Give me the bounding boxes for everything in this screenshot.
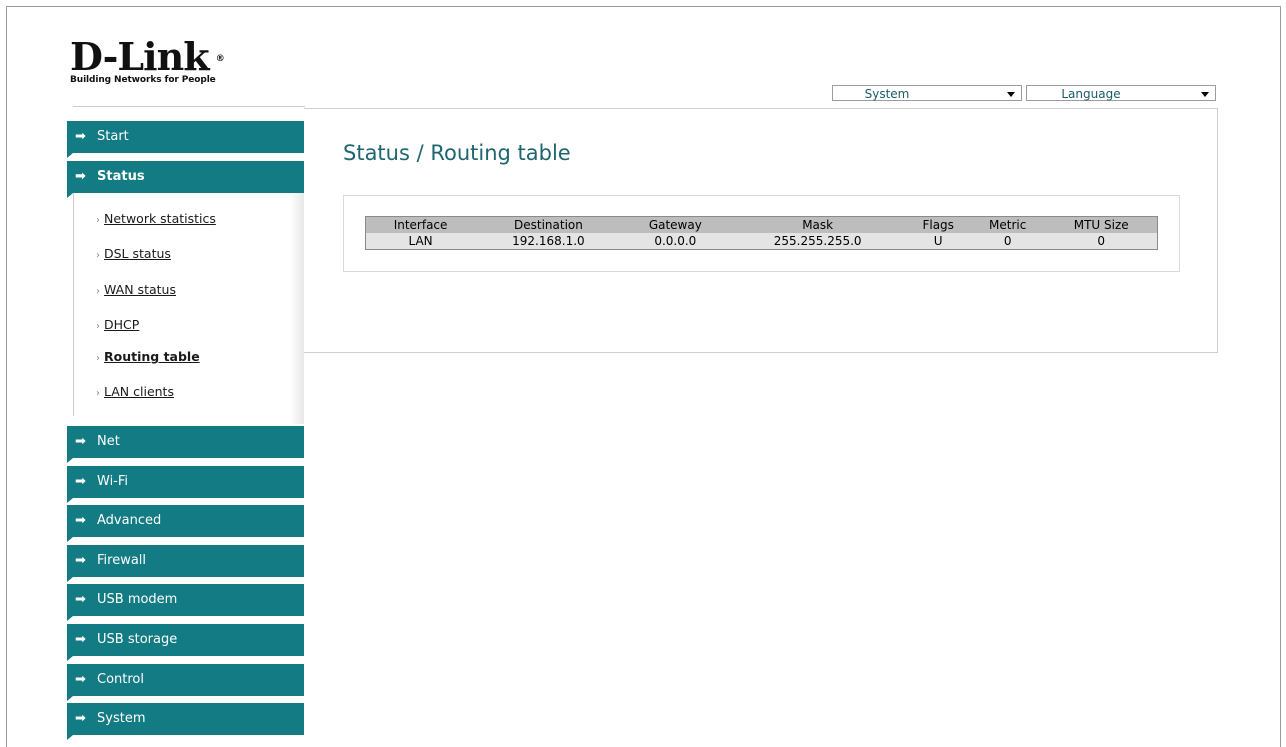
submenu-border <box>73 192 74 416</box>
routing-table: Interface Destination Gateway Mask Flags… <box>365 216 1158 250</box>
submenu-lan-clients[interactable]: › LAN clients <box>96 384 174 399</box>
column-header-destination: Destination <box>475 216 622 233</box>
table-header-row: Interface Destination Gateway Mask Flags… <box>365 216 1158 233</box>
arrow-right-icon: ➡ <box>75 474 86 489</box>
submenu-label: LAN clients <box>104 384 174 399</box>
language-select[interactable]: Language <box>1026 85 1216 101</box>
dlink-logo: D-Link ® Building Networks for People <box>70 34 225 86</box>
sidebar-item-wifi[interactable]: ➡ Wi-Fi <box>67 466 304 503</box>
column-header-mtu-size: MTU Size <box>1045 216 1158 233</box>
submenu-label: Routing table <box>104 349 200 364</box>
arrow-right-icon: ➡ <box>75 513 86 528</box>
bullet-icon: › <box>96 353 100 364</box>
logo-wordmark: D-Link ® <box>70 34 225 79</box>
arrow-right-icon: ➡ <box>75 169 86 184</box>
sidebar-item-label: Advanced <box>97 513 162 528</box>
submenu-network-statistics[interactable]: › Network statistics <box>96 211 216 226</box>
chevron-down-icon <box>1201 92 1209 97</box>
cell-metric: 0 <box>970 233 1046 250</box>
sidebar-divider <box>73 106 305 107</box>
sidebar-item-label: Net <box>97 434 120 449</box>
sidebar-item-net[interactable]: ➡ Net <box>67 426 304 463</box>
sidebar-item-control[interactable]: ➡ Control <box>67 664 304 701</box>
bullet-icon: › <box>96 250 100 261</box>
sidebar-item-label: USB modem <box>97 592 178 607</box>
cell-destination: 192.168.1.0 <box>475 233 622 250</box>
language-select-value: Language <box>1061 87 1121 101</box>
sidebar-item-start[interactable]: ➡ Start <box>67 121 304 158</box>
sidebar-item-usb-modem[interactable]: ➡ USB modem <box>67 584 304 621</box>
system-select-value: System <box>864 87 910 101</box>
sidebar-item-label: System <box>97 711 146 726</box>
arrow-right-icon: ➡ <box>75 672 86 687</box>
submenu-routing-table[interactable]: › Routing table <box>96 349 200 364</box>
cell-interface: LAN <box>365 233 476 250</box>
arrow-right-icon: ➡ <box>75 592 86 607</box>
sidebar-item-status[interactable]: ➡ Status <box>67 161 304 198</box>
bullet-icon: › <box>96 286 100 297</box>
table-row[interactable]: LAN 192.168.1.0 0.0.0.0 255.255.255.0 U … <box>365 233 1158 250</box>
submenu-shade <box>290 192 304 424</box>
bullet-icon: › <box>96 388 100 399</box>
submenu-dhcp[interactable]: › DHCP <box>96 317 139 332</box>
cell-mtu-size: 0 <box>1045 233 1158 250</box>
sidebar-item-label: Wi-Fi <box>97 474 129 489</box>
sidebar-item-advanced[interactable]: ➡ Advanced <box>67 505 304 542</box>
submenu-dsl-status[interactable]: › DSL status <box>96 246 171 261</box>
column-header-metric: Metric <box>970 216 1046 233</box>
bullet-icon: › <box>96 321 100 332</box>
sidebar-item-label: Status <box>97 169 145 184</box>
sidebar-item-label: USB storage <box>97 632 178 647</box>
submenu-label: DSL status <box>104 246 171 261</box>
column-header-interface: Interface <box>365 216 476 233</box>
arrow-right-icon: ➡ <box>75 632 86 647</box>
arrow-right-icon: ➡ <box>75 129 86 144</box>
bullet-icon: › <box>96 215 100 226</box>
sidebar-item-firewall[interactable]: ➡ Firewall <box>67 545 304 582</box>
page-title: Status / Routing table <box>343 141 571 165</box>
arrow-right-icon: ➡ <box>75 711 86 726</box>
arrow-right-icon: ➡ <box>75 434 86 449</box>
cell-mask: 255.255.255.0 <box>728 233 907 250</box>
column-header-flags: Flags <box>906 216 970 233</box>
submenu-label: DHCP <box>104 317 140 332</box>
cell-gateway: 0.0.0.0 <box>621 233 729 250</box>
sidebar-item-label: Control <box>97 672 144 687</box>
system-select[interactable]: System <box>832 85 1022 101</box>
column-header-gateway: Gateway <box>621 216 729 233</box>
arrow-right-icon: ➡ <box>75 553 86 568</box>
sidebar-item-label: Start <box>97 129 129 144</box>
sidebar-item-label: Firewall <box>97 553 147 568</box>
sidebar-item-system[interactable]: ➡ System <box>67 703 304 740</box>
submenu-label: WAN status <box>104 282 176 297</box>
submenu-wan-status[interactable]: › WAN status <box>96 282 176 297</box>
sidebar-item-usb-storage[interactable]: ➡ USB storage <box>67 624 304 661</box>
column-header-mask: Mask <box>728 216 907 233</box>
cell-flags: U <box>906 233 970 250</box>
submenu-label: Network statistics <box>104 211 216 226</box>
